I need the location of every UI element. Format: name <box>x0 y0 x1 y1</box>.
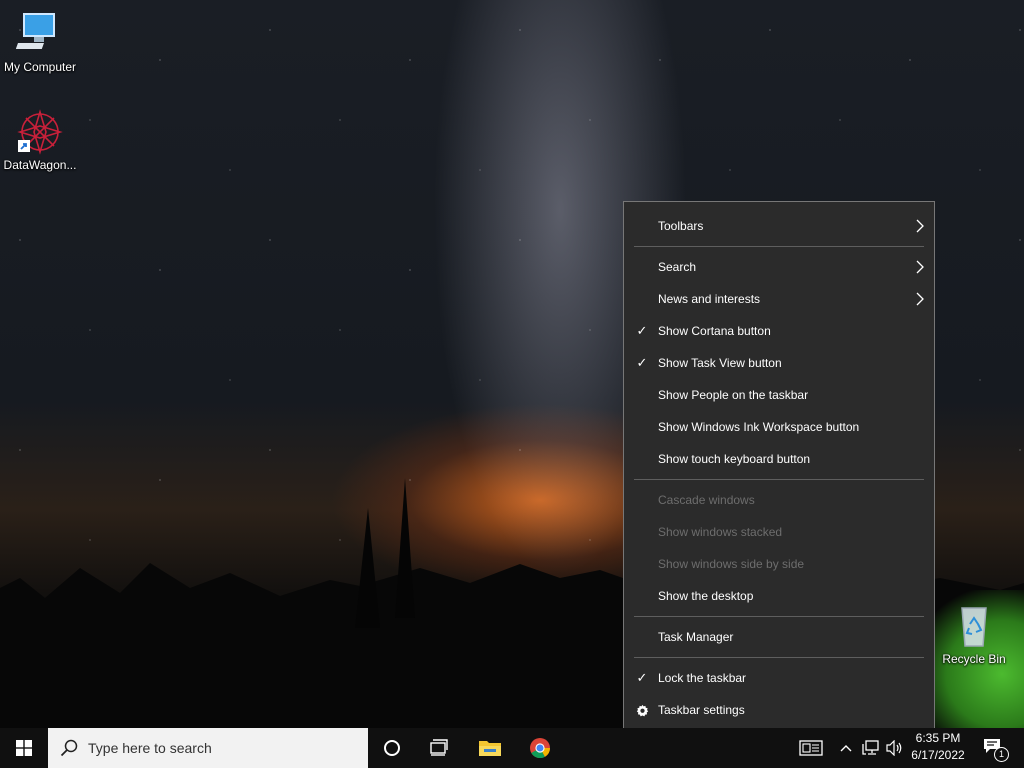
action-center-button[interactable]: 1 <box>978 728 1009 768</box>
task-view-icon <box>430 739 448 756</box>
computer-icon <box>15 10 64 58</box>
menu-item-label: Show Task View button <box>658 356 782 370</box>
chevron-up-icon <box>840 745 852 752</box>
desktop-icon-label: My Computer <box>3 60 77 74</box>
menu-separator <box>634 479 924 480</box>
checkmark-icon: ✓ <box>636 355 648 370</box>
cortana-circle-icon <box>384 740 400 756</box>
gear-icon <box>634 694 650 726</box>
chrome-button[interactable] <box>516 728 564 768</box>
windows-logo-icon <box>16 740 32 756</box>
taskbar: Type here to search 6:35 PM 6/17/2022 1 <box>0 728 1024 768</box>
menu-item-label: Search <box>658 260 697 274</box>
clock[interactable]: 6:35 PM 6/17/2022 <box>908 730 968 764</box>
recycle-bin-icon <box>950 602 998 650</box>
taskbar-context-menu: Toolbars Search News and interests ✓ Sho… <box>623 201 935 734</box>
folder-icon <box>479 741 501 756</box>
news-icon <box>799 740 823 756</box>
cortana-button[interactable] <box>368 728 416 768</box>
search-icon <box>60 739 78 757</box>
start-button[interactable] <box>0 728 48 768</box>
menu-item-lock-the-taskbar[interactable]: ✓ Lock the taskbar <box>624 662 934 694</box>
menu-separator <box>634 657 924 658</box>
news-and-interests-button[interactable] <box>794 728 828 768</box>
menu-item-label: Show Windows Ink Workspace button <box>658 420 860 434</box>
desktop-icon-label: DataWagon... <box>3 158 77 172</box>
show-hidden-icons-button[interactable] <box>836 728 856 768</box>
menu-item-label: Show Cortana button <box>658 324 771 338</box>
menu-item-show-windows-stacked: Show windows stacked <box>624 516 934 548</box>
notification-count-badge: 1 <box>994 747 1009 762</box>
chevron-right-icon <box>916 219 924 233</box>
menu-separator <box>634 616 924 617</box>
network-icon <box>862 740 879 755</box>
volume-button[interactable] <box>884 728 906 768</box>
menu-item-label: Show touch keyboard button <box>658 452 811 466</box>
chrome-icon <box>530 738 551 759</box>
menu-item-label: Toolbars <box>658 219 704 233</box>
desktop-icon-datawagon[interactable]: DataWagon... <box>0 108 80 172</box>
desktop-icon-my-computer[interactable]: My Computer <box>0 10 80 74</box>
speaker-icon <box>886 740 902 756</box>
clock-time: 6:35 PM <box>915 731 961 745</box>
menu-item-show-task-view-button[interactable]: ✓ Show Task View button <box>624 347 934 379</box>
chevron-right-icon <box>916 260 924 274</box>
network-button[interactable] <box>860 728 882 768</box>
menu-item-label: Show windows stacked <box>658 525 783 539</box>
menu-item-task-manager[interactable]: Task Manager <box>624 621 934 653</box>
menu-item-label: Show People on the taskbar <box>658 388 809 402</box>
clock-date: 6/17/2022 <box>911 748 965 762</box>
menu-item-show-cortana-button[interactable]: ✓ Show Cortana button <box>624 315 934 347</box>
chevron-right-icon <box>916 292 924 306</box>
file-explorer-button[interactable] <box>466 728 514 768</box>
menu-item-show-people[interactable]: Show People on the taskbar <box>624 379 934 411</box>
checkmark-icon: ✓ <box>636 323 648 338</box>
datawagon-shortcut-icon <box>16 108 64 156</box>
menu-item-cascade-windows: Cascade windows <box>624 484 934 516</box>
menu-item-news-and-interests[interactable]: News and interests <box>624 283 934 315</box>
menu-item-show-windows-ink[interactable]: Show Windows Ink Workspace button <box>624 411 934 443</box>
taskbar-search-box[interactable]: Type here to search <box>48 728 368 768</box>
menu-item-label: Task Manager <box>658 630 734 644</box>
search-placeholder: Type here to search <box>88 740 212 756</box>
menu-item-search[interactable]: Search <box>624 251 934 283</box>
task-view-button[interactable] <box>416 728 464 768</box>
desktop-icon-recycle-bin[interactable]: Recycle Bin <box>934 602 1014 666</box>
menu-item-label: Show windows side by side <box>658 557 805 571</box>
menu-item-label: Show the desktop <box>658 589 754 603</box>
menu-item-taskbar-settings[interactable]: Taskbar settings <box>624 694 934 726</box>
menu-item-show-windows-side-by-side: Show windows side by side <box>624 548 934 580</box>
menu-item-label: Cascade windows <box>658 493 755 507</box>
menu-item-label: News and interests <box>658 292 761 306</box>
desktop-icon-label: Recycle Bin <box>942 652 1006 666</box>
menu-item-label: Taskbar settings <box>658 703 745 717</box>
menu-item-show-touch-keyboard[interactable]: Show touch keyboard button <box>624 443 934 475</box>
menu-separator <box>634 246 924 247</box>
menu-item-toolbars[interactable]: Toolbars <box>624 210 934 242</box>
menu-item-show-the-desktop[interactable]: Show the desktop <box>624 580 934 612</box>
menu-item-label: Lock the taskbar <box>658 671 747 685</box>
checkmark-icon: ✓ <box>636 670 648 685</box>
